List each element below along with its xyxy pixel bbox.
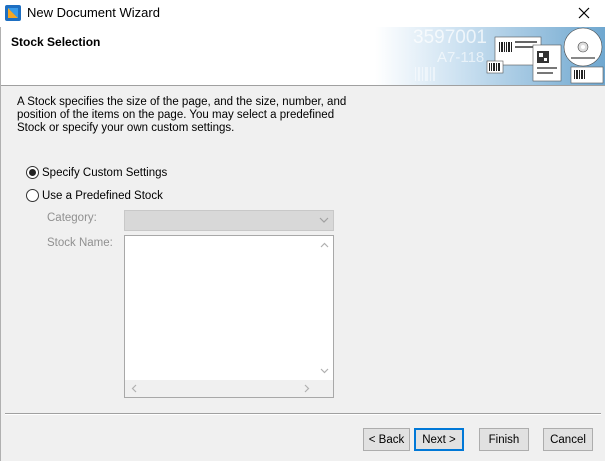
predefined-stock-radio[interactable] (26, 189, 39, 202)
close-button[interactable] (569, 2, 599, 24)
stock-name-label: Stock Name: (47, 237, 113, 249)
custom-settings-radio[interactable] (26, 166, 39, 179)
next-button[interactable]: Next > (414, 428, 464, 451)
predefined-stock-label: Use a Predefined Stock (42, 189, 163, 202)
svg-text:3597001: 3597001 (413, 27, 487, 48)
scrollbar-corner (316, 380, 333, 397)
cancel-button[interactable]: Cancel (543, 428, 593, 451)
category-label: Category: (47, 212, 97, 224)
custom-settings-option[interactable]: Specify Custom Settings (26, 166, 167, 179)
svg-text:A7-118: A7-118 (437, 49, 484, 66)
footer-divider (5, 413, 601, 415)
wizard-header: Stock Selection 3597001 A7-118 (0, 27, 605, 86)
wizard-app-icon (5, 5, 21, 21)
window-border (0, 27, 1, 461)
instructions-text: A Stock specifies the size of the page, … (17, 96, 347, 134)
scroll-right-icon[interactable] (302, 384, 311, 393)
horizontal-scrollbar[interactable] (125, 380, 316, 397)
vertical-scrollbar[interactable] (316, 236, 333, 380)
barcode-labels-banner-image: 3597001 A7-118 (375, 27, 605, 85)
back-button[interactable]: < Back (363, 428, 410, 451)
stock-name-list[interactable] (124, 235, 334, 398)
title-bar: New Document Wizard (0, 0, 605, 27)
scroll-up-icon[interactable] (320, 241, 329, 250)
close-icon (578, 7, 590, 19)
scroll-down-icon[interactable] (320, 366, 329, 375)
custom-settings-label: Specify Custom Settings (42, 166, 168, 179)
predefined-stock-option[interactable]: Use a Predefined Stock (26, 189, 163, 202)
scroll-left-icon[interactable] (130, 384, 139, 393)
page-title: Stock Selection (11, 35, 101, 49)
finish-button[interactable]: Finish (479, 428, 529, 451)
category-dropdown[interactable] (124, 210, 334, 231)
window-title: New Document Wizard (27, 5, 160, 20)
chevron-down-icon (319, 217, 329, 223)
